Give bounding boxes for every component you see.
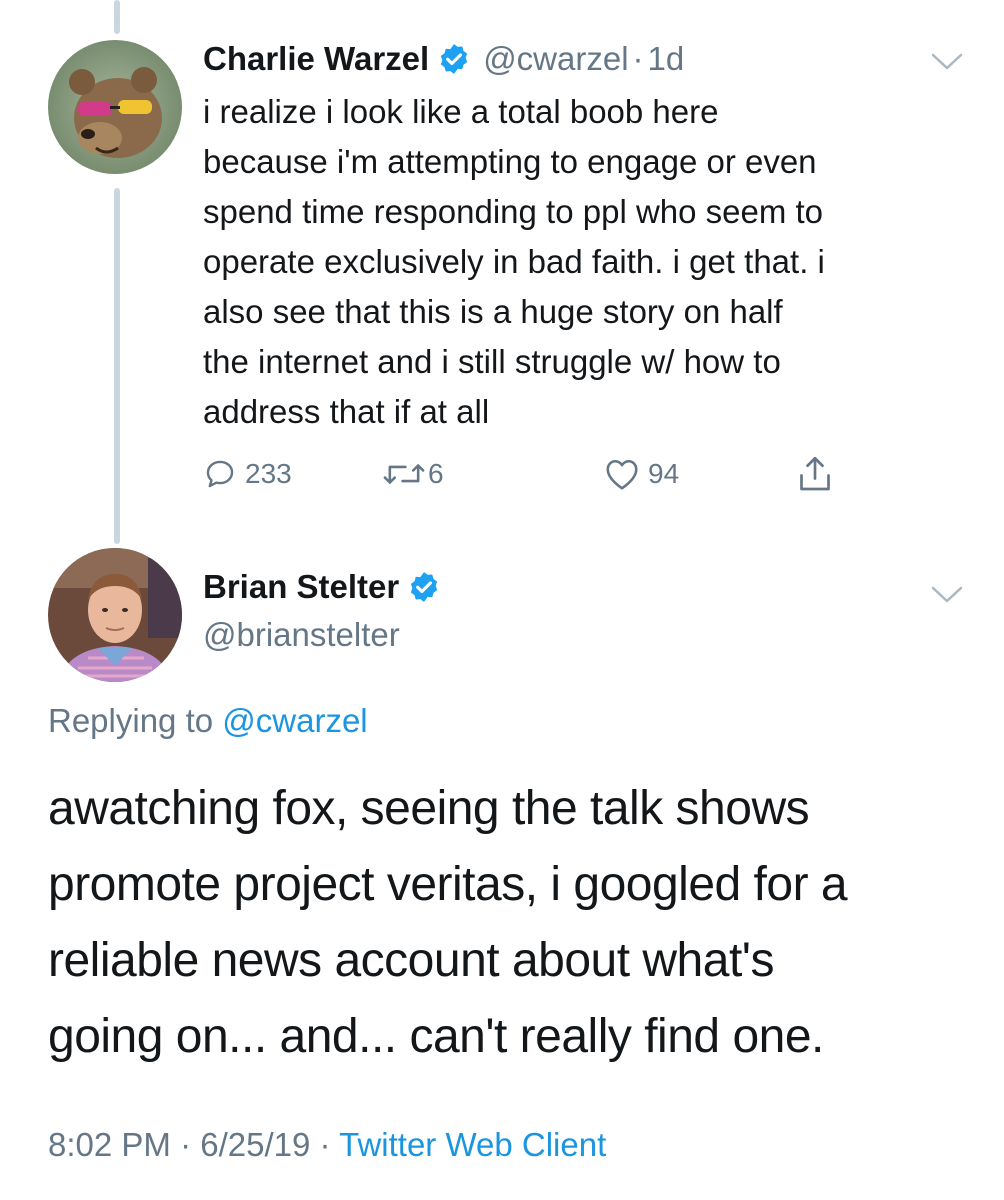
thread-line-top bbox=[114, 0, 120, 34]
thread-line bbox=[114, 188, 120, 544]
share-action[interactable] bbox=[797, 452, 833, 496]
author-name[interactable]: Brian Stelter bbox=[203, 568, 399, 606]
avatar-charlie-warzel[interactable] bbox=[48, 40, 182, 174]
chevron-down-icon[interactable] bbox=[930, 52, 964, 72]
like-icon bbox=[604, 457, 640, 491]
chevron-down-icon[interactable] bbox=[930, 585, 964, 605]
verified-badge-icon bbox=[437, 42, 471, 76]
separator-dot: · bbox=[180, 1126, 192, 1163]
separator-dot: · bbox=[632, 40, 644, 77]
tweet2-header: Brian Stelter bbox=[203, 568, 441, 606]
verified-badge-icon bbox=[407, 570, 441, 604]
reply-count: 233 bbox=[245, 458, 292, 489]
author-handle[interactable]: @cwarzel bbox=[483, 40, 628, 78]
reply-action[interactable]: 233 bbox=[203, 452, 292, 496]
author-handle[interactable]: @brianstelter bbox=[203, 616, 400, 654]
like-action[interactable]: 94 bbox=[604, 452, 679, 496]
retweet-icon bbox=[382, 457, 426, 491]
tweet-client-link[interactable]: Twitter Web Client bbox=[339, 1126, 606, 1163]
retweet-action[interactable]: 6 bbox=[382, 452, 444, 496]
replying-to-mention[interactable]: @cwarzel bbox=[222, 702, 367, 739]
share-icon bbox=[797, 454, 833, 494]
tweet-text: awatching fox, seeing the talk shows pro… bbox=[48, 782, 848, 1063]
retweet-count: 6 bbox=[428, 458, 444, 489]
like-count: 94 bbox=[648, 458, 680, 489]
tweet-time[interactable]: 8:02 PM bbox=[48, 1126, 171, 1163]
tweet-metadata: 8:02 PM · 6/25/19 · Twitter Web Client bbox=[48, 1126, 606, 1164]
author-name[interactable]: Charlie Warzel bbox=[203, 40, 429, 78]
separator-dot: · bbox=[319, 1126, 331, 1163]
reply-icon bbox=[203, 457, 237, 491]
tweet-text: i realize i look like a total boob here … bbox=[203, 93, 825, 430]
tweet-date[interactable]: 6/25/19 bbox=[200, 1126, 310, 1163]
tweet1-header: Charlie Warzel @cwarzel · 1d bbox=[203, 40, 684, 78]
replying-prefix: Replying to bbox=[48, 702, 214, 739]
avatar-brian-stelter[interactable] bbox=[48, 548, 182, 682]
tweet-time[interactable]: 1d bbox=[648, 40, 685, 78]
replying-to: Replying to @cwarzel bbox=[48, 702, 368, 740]
